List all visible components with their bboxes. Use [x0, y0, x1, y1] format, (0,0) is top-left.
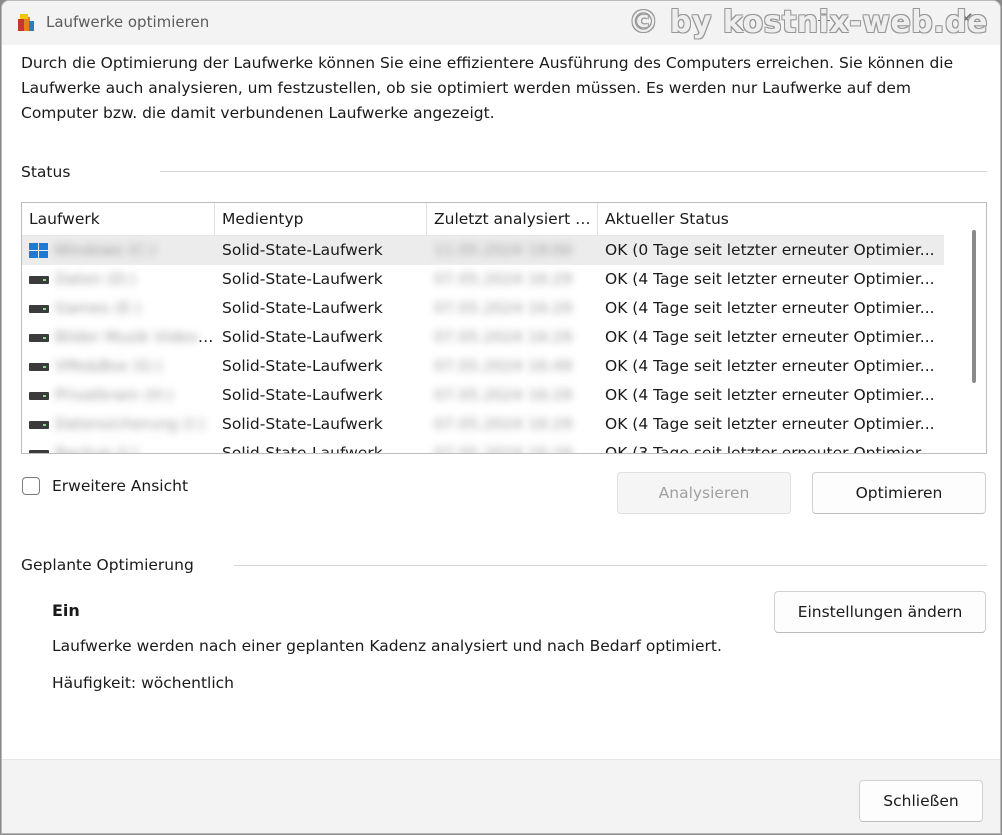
advanced-view-label[interactable]: Erweitere Ansicht [52, 477, 188, 495]
column-header-current-status[interactable]: Aktueller Status [598, 203, 944, 235]
drive-name: Games (E:) [55, 299, 142, 317]
drive-icon [29, 391, 49, 400]
drive-name: Datensicherung (I:) [55, 415, 205, 433]
change-settings-button[interactable]: Einstellungen ändern [774, 591, 986, 633]
drive-name: VMs&Box (G:) [55, 357, 163, 375]
vertical-scrollbar[interactable] [946, 203, 986, 453]
last-analyzed-cell: 07.05.2024 16:29 [434, 328, 573, 346]
drive-cell: Backup (J:) [22, 439, 215, 454]
drive-cell: VMs&Box (G:) [22, 352, 215, 381]
status-divider [160, 171, 987, 172]
current-status-cell: OK (0 Tage seit letzter erneuter Optimie… [605, 241, 935, 259]
drive-icon [29, 304, 49, 313]
drive-cell: Games (E:) [22, 294, 215, 323]
schedule-divider [234, 565, 987, 566]
analyze-button[interactable]: Analysieren [617, 472, 791, 514]
drive-name: Daten (D:) [55, 270, 137, 288]
media-type-cell: Solid-State-Laufwerk [222, 299, 383, 317]
current-status-cell: OK (3 Tage seit letzter erneuter Optimie… [605, 444, 935, 454]
last-analyzed-cell: 07.05.2024 16:29 [434, 270, 573, 288]
drive-row[interactable]: Games (E:) Solid-State-Laufwerk 07.05.2024… [22, 294, 944, 323]
drive-row[interactable]: Windows (C:) Solid-State-Laufwerk 11.05.20… [22, 236, 944, 265]
current-status-cell: OK (4 Tage seit letzter erneuter Optimie… [605, 415, 935, 433]
dialog-footer: Schließen [2, 759, 1000, 833]
media-type-cell: Solid-State-Laufwerk [222, 270, 383, 288]
column-header-media-type[interactable]: Medientyp [215, 203, 427, 235]
watermark: © by kostnix-web.de [628, 5, 988, 40]
current-status-cell: OK (4 Tage seit letzter erneuter Optimie… [605, 299, 935, 317]
close-button[interactable]: Schließen [859, 780, 983, 822]
drive-row[interactable]: Backup (J:) Solid-State-Laufwerk 07.05.202… [22, 439, 944, 454]
current-status-cell: OK (4 Tage seit letzter erneuter Optimie… [605, 357, 935, 375]
drive-row[interactable]: Daten (D:) Solid-State-Laufwerk 07.05.2024… [22, 265, 944, 294]
drive-cell: Windows (C:) [22, 236, 215, 265]
advanced-view-checkbox[interactable] [22, 477, 40, 495]
status-group-label: Status [21, 163, 71, 181]
current-status-cell: OK (4 Tage seit letzter erneuter Optimie… [605, 328, 935, 346]
drive-row[interactable]: Bilder Musik Video ... Solid-State-Laufwe… [22, 323, 944, 352]
drive-cell: Datensicherung (I:) [22, 410, 215, 439]
last-analyzed-cell: 07.05.2024 16:29 [434, 444, 573, 454]
schedule-group-label: Geplante Optimierung [21, 556, 194, 574]
media-type-cell: Solid-State-Laufwerk [222, 328, 383, 346]
last-analyzed-cell: 07.05.2024 16:29 [434, 299, 573, 317]
drive-cell: Daten (D:) [22, 265, 215, 294]
media-type-cell: Solid-State-Laufwerk [222, 241, 383, 259]
last-analyzed-cell: 11.05.2024 19:00 [434, 241, 573, 259]
drives-list-header: Laufwerk Medientyp Zuletzt analysiert o.… [22, 203, 944, 236]
window-title: Laufwerke optimieren [46, 13, 210, 31]
description-text: Durch die Optimierung der Laufwerke könn… [21, 54, 954, 122]
media-type-cell: Solid-State-Laufwerk [222, 444, 383, 454]
drive-icon [29, 449, 49, 453]
drive-icon [29, 362, 49, 371]
optimize-button[interactable]: Optimieren [812, 472, 986, 514]
schedule-state: Ein [52, 601, 80, 620]
drives-list[interactable]: Laufwerk Medientyp Zuletzt analysiert o.… [21, 202, 987, 454]
current-status-cell: OK (4 Tage seit letzter erneuter Optimie… [605, 386, 935, 404]
title-bar[interactable]: Laufwerke optimieren ✕ © by kostnix-web.… [2, 1, 1000, 45]
drive-name: Privatkram (H:) [55, 386, 174, 404]
drive-name: Backup (J:) [55, 444, 139, 454]
drive-row[interactable]: Privatkram (H:) Solid-State-Laufwerk 07.05… [22, 381, 944, 410]
scrollbar-thumb[interactable] [972, 230, 976, 383]
defrag-app-icon [18, 14, 34, 31]
schedule-description: Laufwerke werden nach einer geplanten Ka… [52, 637, 722, 655]
drive-icon [29, 333, 49, 342]
last-analyzed-cell: 07.05.2024 16:29 [434, 415, 573, 433]
drive-name: Bilder Musik Video ... [55, 328, 215, 346]
schedule-frequency: Häufigkeit: wöchentlich [52, 674, 234, 692]
drive-icon [29, 275, 49, 284]
drives-list-body: Windows (C:) Solid-State-Laufwerk 11.05.20… [22, 236, 944, 454]
media-type-cell: Solid-State-Laufwerk [222, 357, 383, 375]
last-analyzed-cell: 07.05.2024 16:49 [434, 357, 573, 375]
optimize-drives-window: Laufwerke optimieren ✕ © by kostnix-web.… [1, 0, 1001, 834]
drive-name: Windows (C:) [54, 241, 157, 259]
drive-row[interactable]: VMs&Box (G:) Solid-State-Laufwerk 07.05.20… [22, 352, 944, 381]
drive-cell: Bilder Musik Video ... [22, 323, 215, 352]
current-status-cell: OK (4 Tage seit letzter erneuter Optimie… [605, 270, 935, 288]
media-type-cell: Solid-State-Laufwerk [222, 386, 383, 404]
column-header-last-analyzed[interactable]: Zuletzt analysiert o... [427, 203, 598, 235]
windows-drive-icon [29, 243, 48, 258]
drive-row[interactable]: Datensicherung (I:) Solid-State-Laufwerk 0… [22, 410, 944, 439]
last-analyzed-cell: 07.05.2024 16:29 [434, 386, 573, 404]
drive-icon [29, 420, 49, 429]
column-header-drive[interactable]: Laufwerk [22, 203, 215, 235]
media-type-cell: Solid-State-Laufwerk [222, 415, 383, 433]
drive-cell: Privatkram (H:) [22, 381, 215, 410]
